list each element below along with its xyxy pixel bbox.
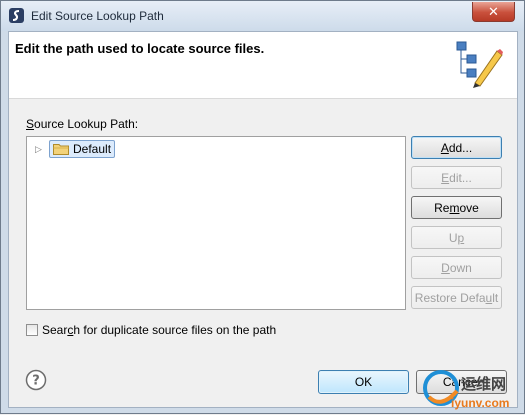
up-button[interactable]: Up — [411, 226, 502, 249]
down-button[interactable]: Down — [411, 256, 502, 279]
help-icon[interactable]: ? — [25, 369, 47, 391]
duplicate-search-option[interactable]: Search for duplicate source files on the… — [26, 323, 276, 337]
svg-text:?: ? — [32, 374, 40, 389]
expand-arrow-icon[interactable]: ▷ — [35, 144, 45, 154]
edit-button[interactable]: Edit... — [411, 166, 502, 189]
duplicate-search-checkbox[interactable] — [26, 324, 38, 336]
watermark-text: 运维网 — [461, 376, 507, 393]
header-message: Edit the path used to locate source file… — [15, 41, 265, 56]
dialog-client-area: Edit the path used to locate source file… — [8, 31, 518, 408]
source-path-edit-icon — [456, 41, 503, 88]
source-lookup-path-label: Source Lookup Path: — [26, 117, 139, 131]
folder-icon — [53, 144, 69, 155]
tree-item-label: Default — [73, 142, 112, 156]
ok-button[interactable]: OK — [318, 370, 409, 394]
add-button[interactable]: Add... — [411, 136, 502, 159]
watermark-url: iyunv.com — [451, 396, 510, 410]
duplicate-search-label: Search for duplicate source files on the… — [42, 323, 277, 337]
title-bar[interactable]: Edit Source Lookup Path ✕ — [1, 1, 524, 31]
close-button[interactable]: ✕ — [472, 2, 515, 22]
tree-row[interactable]: ▷ Default — [35, 140, 116, 158]
app-icon — [9, 8, 24, 23]
dialog-window: Edit Source Lookup Path ✕ Edit the path … — [0, 0, 525, 414]
restore-default-button[interactable]: Restore Defa u lt — [411, 286, 502, 309]
window-title: Edit Source Lookup Path — [31, 9, 164, 23]
tree-item-default[interactable]: Default — [49, 140, 116, 158]
source-lookup-tree[interactable]: ▷ Default — [26, 136, 406, 310]
dialog-header: Edit the path used to locate source file… — [9, 32, 517, 99]
remove-button[interactable]: Re m ove — [411, 196, 502, 219]
close-icon: ✕ — [488, 3, 499, 19]
